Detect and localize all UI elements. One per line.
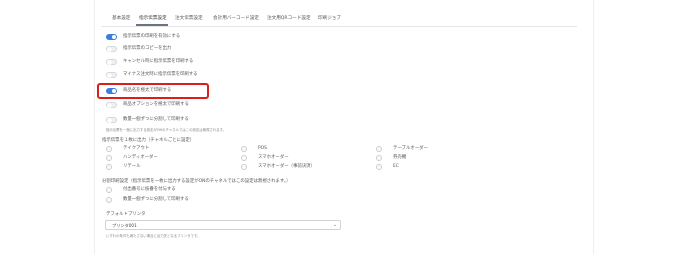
channel-checkbox-takeout[interactable] bbox=[106, 146, 112, 152]
option-label: 数量一個ずつに分割して印刷する bbox=[123, 197, 189, 202]
printer-note: いずれの条件も満たさない場合に出力先となるプリンタです。 bbox=[106, 234, 201, 238]
toggle-print-on-cancel[interactable] bbox=[106, 59, 117, 65]
highlight-box bbox=[97, 83, 209, 99]
channels-section-title: 指示伝票を１枚に出力（チャネルごとに設定） bbox=[102, 138, 195, 143]
tab-instruction-slip[interactable]: 指示伝票設定 bbox=[139, 15, 167, 21]
channel-checkbox-smartphone-prepaid[interactable] bbox=[241, 164, 247, 170]
channel-label: 券売機 bbox=[393, 155, 407, 160]
tab-checkout-barcode[interactable]: 会計用バーコード設定 bbox=[213, 15, 259, 21]
default-printer-label: デフォルトプリンタ bbox=[106, 212, 146, 217]
channel-label: POS bbox=[258, 146, 267, 151]
tabs-divider bbox=[101, 26, 577, 27]
channel-checkbox-handy-order[interactable] bbox=[106, 155, 112, 161]
split-print-section-title: 分割印刷設定（指示伝票を一枚に出力する設定がONのチャネルではこの設定は無視され… bbox=[102, 179, 291, 184]
channel-checkbox-retail[interactable] bbox=[106, 164, 112, 170]
active-tab-indicator bbox=[136, 24, 168, 26]
toggle-label: 指示伝票のコピーを出力 bbox=[123, 46, 172, 51]
channel-checkbox-ticket-machine[interactable] bbox=[376, 155, 382, 161]
tab-order-slip[interactable]: 注文伝票設定 bbox=[175, 15, 203, 21]
channel-label: スマホオーダー bbox=[258, 155, 289, 160]
default-printer-select[interactable]: プリンタ001 ⌄ bbox=[105, 220, 341, 230]
channel-label: リテール bbox=[123, 164, 141, 169]
toggle-split-quantity[interactable] bbox=[106, 117, 117, 123]
channel-label: テイクアウト bbox=[123, 146, 150, 151]
channel-checkbox-table-order[interactable] bbox=[376, 146, 382, 152]
toggle-label: キャンセル時に指示伝票を印刷する bbox=[123, 59, 194, 64]
toggle-label: 商品オプションを極太で印刷する bbox=[123, 102, 189, 107]
split-note: 指示伝票を一個に出力する設定がONのチャネルではこの設定は無視されます。 bbox=[106, 128, 227, 132]
chevron-down-icon: ⌄ bbox=[332, 222, 337, 228]
checkbox-add-branch-number[interactable] bbox=[106, 187, 112, 193]
selected-printer: プリンタ001 bbox=[112, 223, 137, 228]
toggle-label: 数量一個ずつに分割して印刷する bbox=[123, 117, 189, 122]
channel-checkbox-smartphone-order[interactable] bbox=[241, 155, 247, 161]
toggle-copy-output[interactable] bbox=[106, 46, 117, 52]
option-label: 付出番号に枝番を付与する bbox=[123, 187, 176, 192]
channel-label: スマホオーダー（事前決済） bbox=[258, 164, 315, 169]
channel-checkbox-ec[interactable] bbox=[376, 164, 382, 170]
checkbox-split-quantity-print[interactable] bbox=[106, 197, 112, 203]
channel-label: テーブルオーダー bbox=[393, 146, 428, 151]
tab-order-qr[interactable]: 注文用QRコード設定 bbox=[267, 15, 311, 21]
toggle-label: 指示伝票の印刷を有効にする bbox=[123, 34, 181, 39]
toggle-label: マイナス注文時に指示伝票を印刷する bbox=[123, 72, 198, 77]
tab-print-jobs[interactable]: 印刷ジョブ bbox=[318, 15, 341, 21]
tab-basic[interactable]: 基本設定 bbox=[112, 15, 130, 21]
channel-checkbox-pos[interactable] bbox=[241, 146, 247, 152]
toggle-bold-product-options[interactable] bbox=[106, 102, 117, 108]
toggle-print-on-minus[interactable] bbox=[106, 72, 117, 78]
channel-label: EC bbox=[393, 164, 399, 169]
channel-label: ハンディオーダー bbox=[123, 155, 158, 160]
toggle-enable-instruction-print[interactable] bbox=[106, 34, 117, 40]
